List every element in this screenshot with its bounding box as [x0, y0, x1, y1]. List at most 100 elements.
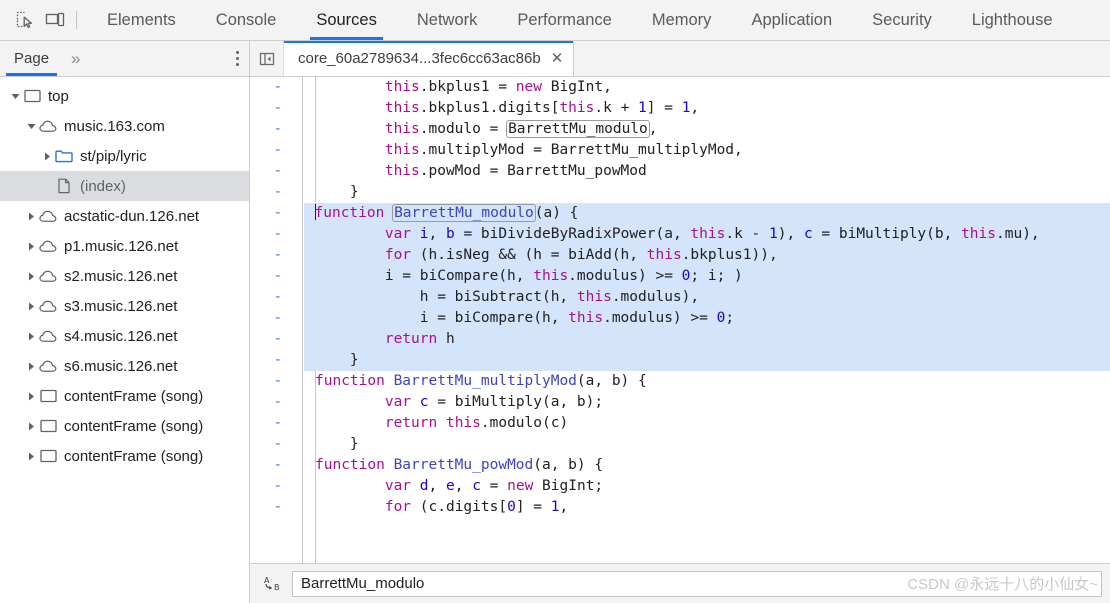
tree-item[interactable]: contentFrame (song) [0, 441, 249, 471]
source-code-content[interactable]: this.bkplus1 = new BigInt, this.bkplus1.… [304, 77, 1110, 567]
gutter-marker[interactable]: - [250, 413, 302, 434]
code-viewer[interactable]: --------------------- this.bkplus1 = new… [250, 77, 1110, 567]
chevron-right-icon[interactable] [24, 392, 38, 401]
gutter-marker[interactable]: - [250, 392, 302, 413]
code-line[interactable]: this.bkplus1 = new BigInt, [304, 77, 1110, 98]
gutter-marker[interactable]: - [250, 350, 302, 371]
code-line[interactable]: function BarrettMu_powMod(a, b) { [304, 455, 1110, 476]
code-line[interactable]: var c = biMultiply(a, b); [304, 392, 1110, 413]
tree-item[interactable]: acstatic-dun.126.net [0, 201, 249, 231]
tree-item-label: s2.music.126.net [64, 267, 178, 285]
code-line[interactable]: return h [304, 329, 1110, 350]
gutter-marker[interactable]: - [250, 266, 302, 287]
chevron-right-icon[interactable] [24, 242, 38, 251]
chevron-right-icon[interactable] [24, 362, 38, 371]
close-icon[interactable]: ✕ [551, 51, 564, 66]
chevron-right-icon[interactable] [24, 212, 38, 221]
code-line[interactable]: function BarrettMu_modulo(a) { [304, 203, 1110, 224]
code-line[interactable]: this.bkplus1.digits[this.k + 1] = 1, [304, 98, 1110, 119]
tree-item[interactable]: (index) [0, 171, 249, 201]
tree-item[interactable]: contentFrame (song) [0, 381, 249, 411]
code-token: function [315, 457, 385, 473]
device-toolbar-icon[interactable] [40, 6, 70, 34]
tab-network[interactable]: Network [397, 0, 498, 40]
gutter-marker[interactable]: - [250, 77, 302, 98]
chevron-right-icon[interactable] [24, 272, 38, 281]
gutter-marker[interactable]: - [250, 98, 302, 119]
chevron-right-icon[interactable] [24, 332, 38, 341]
frame-icon [38, 389, 58, 403]
code-line[interactable]: for (h.isNeg && (h = biAdd(h, this.bkplu… [304, 245, 1110, 266]
tree-item[interactable]: contentFrame (song) [0, 411, 249, 441]
code-token: .modulus) >= [568, 268, 682, 284]
gutter-marker[interactable]: - [250, 119, 302, 140]
chevron-right-icon[interactable] [24, 302, 38, 311]
tree-item[interactable]: p1.music.126.net [0, 231, 249, 261]
tab-performance[interactable]: Performance [497, 0, 631, 40]
tab-application[interactable]: Application [731, 0, 852, 40]
code-token: (a) { [534, 205, 579, 221]
search-input[interactable]: BarrettMu_modulo [292, 570, 1102, 597]
inspect-element-icon[interactable] [10, 6, 40, 34]
code-token: BigInt, [542, 79, 612, 95]
code-line[interactable]: } [304, 434, 1110, 455]
gutter-marker[interactable]: - [250, 308, 302, 329]
code-token: for [384, 499, 412, 515]
tree-item[interactable]: top [0, 81, 249, 111]
navigator-more-tabs-icon[interactable]: » [63, 41, 87, 76]
tree-item[interactable]: s6.music.126.net [0, 351, 249, 381]
tab-sources[interactable]: Sources [296, 0, 397, 40]
code-line[interactable]: function BarrettMu_multiplyMod(a, b) { [304, 371, 1110, 392]
code-line[interactable]: for (c.digits[0] = 1, [304, 497, 1110, 518]
chevron-right-icon[interactable] [24, 422, 38, 431]
code-line[interactable]: this.modulo = BarrettMu_modulo, [304, 119, 1110, 140]
tree-item[interactable]: s3.music.126.net [0, 291, 249, 321]
navigator-more-label: » [71, 48, 81, 68]
gutter-marker[interactable]: - [250, 287, 302, 308]
navigator-tab-page[interactable]: Page [0, 41, 63, 76]
code-line[interactable]: var i, b = biDivideByRadixPower(a, this.… [304, 224, 1110, 245]
gutter-marker[interactable]: - [250, 371, 302, 392]
tree-item[interactable]: music.163.com [0, 111, 249, 141]
format-pretty-print-icon[interactable]: A B [258, 571, 288, 597]
gutter-marker[interactable]: - [250, 203, 302, 224]
file-tab[interactable]: core_60a2789634...3fec6cc63ac86b ✕ [284, 41, 575, 76]
gutter-marker[interactable]: - [250, 455, 302, 476]
gutter-marker[interactable]: - [250, 140, 302, 161]
code-line[interactable]: } [304, 182, 1110, 203]
code-line[interactable]: this.multiplyMod = BarrettMu_multiplyMod… [304, 140, 1110, 161]
gutter-marker[interactable]: - [250, 329, 302, 350]
code-line[interactable]: return this.modulo(c) [304, 413, 1110, 434]
gutter-marker[interactable]: - [250, 434, 302, 455]
chevron-down-icon[interactable] [24, 122, 38, 131]
code-token: var [384, 226, 412, 242]
code-line[interactable]: this.powMod = BarrettMu_powMod [304, 161, 1110, 182]
code-token: i = biCompare(h, [315, 268, 534, 284]
gutter-marker[interactable]: - [250, 224, 302, 245]
tab-security[interactable]: Security [852, 0, 952, 40]
tab-elements[interactable]: Elements [87, 0, 196, 40]
code-line[interactable]: var d, e, c = new BigInt; [304, 476, 1110, 497]
code-line[interactable]: } [304, 350, 1110, 371]
tab-console[interactable]: Console [196, 0, 297, 40]
gutter-marker[interactable]: - [250, 182, 302, 203]
chevron-down-icon[interactable] [8, 92, 22, 101]
gutter-marker[interactable]: - [250, 245, 302, 266]
tree-item[interactable]: st/pip/lyric [0, 141, 249, 171]
show-navigator-icon[interactable] [250, 41, 284, 76]
gutter-marker[interactable]: - [250, 161, 302, 182]
gutter-marker[interactable]: - [250, 476, 302, 497]
gutter-marker[interactable]: - [250, 497, 302, 518]
code-line[interactable]: i = biCompare(h, this.modulus) >= 0; i; … [304, 266, 1110, 287]
tab-memory[interactable]: Memory [632, 0, 732, 40]
tree-item[interactable]: s4.music.126.net [0, 321, 249, 351]
chevron-right-icon[interactable] [40, 152, 54, 161]
more-vertical-icon[interactable] [236, 41, 239, 76]
tree-item[interactable]: s2.music.126.net [0, 261, 249, 291]
code-line[interactable]: i = biCompare(h, this.modulus) >= 0; [304, 308, 1110, 329]
tab-lighthouse[interactable]: Lighthouse [952, 0, 1073, 40]
code-line[interactable]: h = biSubtract(h, this.modulus), [304, 287, 1110, 308]
chevron-right-icon[interactable] [24, 452, 38, 461]
